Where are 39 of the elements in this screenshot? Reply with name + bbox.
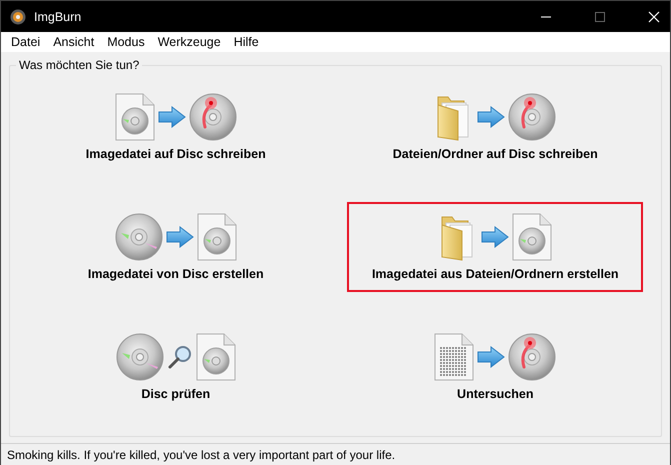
task-tile[interactable]: Imagedatei auf Disc schreiben [28,82,324,172]
task-label: Imagedatei auf Disc schreiben [86,147,266,161]
window-title: ImgBurn [34,10,82,24]
menu-item[interactable]: Ansicht [47,35,102,49]
menu-item[interactable]: Datei [5,35,48,49]
app-icon [10,8,26,24]
task-tile[interactable]: Dateien/Ordner auf Disc schreiben [347,82,644,172]
task-tile[interactable]: Imagedatei aus Dateien/Ordnern erstellen [347,202,644,292]
task-tile[interactable]: Disc prüfen [28,322,324,412]
task-label: Untersuchen [457,387,534,401]
maximize-icon[interactable] [594,10,606,22]
arrow-icon [477,106,506,128]
arrow-icon [158,106,186,128]
burning-disc-icon [508,93,556,141]
task-label: Dateien/Ordner auf Disc schreiben [392,147,598,161]
task-tile[interactable]: Imagedatei von Disc erstellen [28,202,324,292]
burning-disc-icon [188,93,237,141]
menu-item[interactable]: Werkzeuge [152,35,228,49]
burning-disc-icon [508,333,556,381]
task-label: Imagedatei aus Dateien/Ordnern erstellen [372,267,619,281]
document-icon [434,333,474,381]
magnifier-icon [166,344,193,370]
disc-file-icon [512,213,552,261]
disc-file-icon [196,213,237,261]
status-text: Smoking kills. If you're killed, you've lost a very important part of your life. [7,448,396,462]
close-icon[interactable] [648,10,660,22]
menu-item[interactable]: Modus [101,35,152,49]
disc-icon [114,213,163,261]
arrow-icon [166,226,194,248]
arrow-icon [481,226,510,248]
menu-item[interactable]: Hilfe [228,35,266,49]
disc-icon [116,333,164,381]
task-label: Imagedatei von Disc erstellen [88,267,264,281]
task-label: Disc prüfen [141,387,210,401]
arrow-icon [477,346,506,368]
group-title: Was möchten Sie tun? [18,58,140,72]
disc-file-icon [114,93,155,141]
disc-file-icon [196,333,236,381]
task-tile[interactable]: Untersuchen [347,322,644,412]
